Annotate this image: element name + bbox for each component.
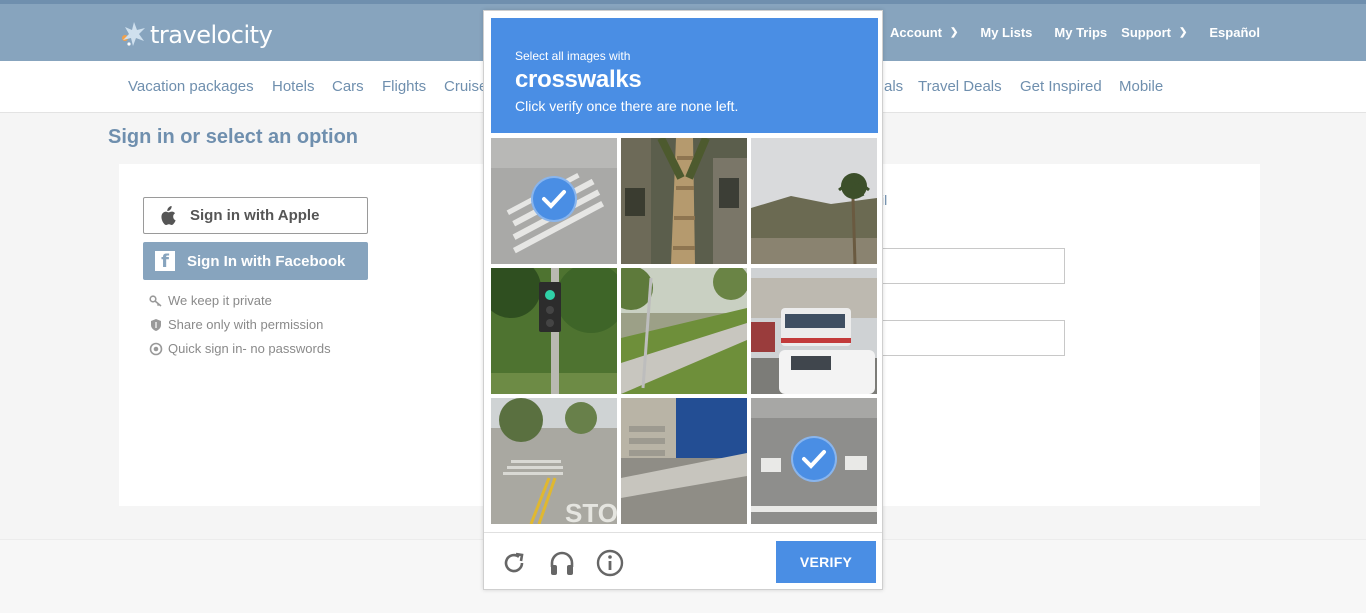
captcha-tile-4[interactable] (491, 268, 617, 394)
key-icon (149, 294, 162, 307)
captcha-tile-9[interactable] (751, 398, 877, 524)
perk-permission: Share only with permission (149, 317, 323, 332)
nav-get-inspired[interactable]: Get Inspired (1020, 78, 1102, 95)
captcha-instruction: Select all images with (515, 49, 631, 63)
perk-label: Quick sign in- no passwords (168, 341, 331, 356)
top-nav: Account ❯ My Lists My Trips Support ❯ Espa… (890, 25, 1282, 40)
captcha-tile-2[interactable] (621, 138, 747, 264)
facebook-button-label: Sign In with Facebook (187, 252, 346, 270)
perk-private: We keep it private (149, 293, 272, 308)
chevron-down-icon: ❯ (950, 27, 959, 38)
my-lists-link[interactable]: My Lists (980, 25, 1032, 40)
captcha-header: Select all images with crosswalks Click … (491, 18, 878, 133)
nav-deals[interactable]: als (884, 78, 903, 95)
apple-button-label: Sign in with Apple (190, 207, 320, 224)
account-menu[interactable]: Account ❯ (890, 25, 958, 40)
facebook-icon: f (155, 251, 175, 272)
selected-check-icon (791, 436, 837, 482)
perk-label: We keep it private (168, 293, 272, 308)
verify-button[interactable]: VERIFY (776, 541, 876, 583)
sign-in-facebook-button[interactable]: f Sign In with Facebook (143, 242, 368, 280)
reload-icon[interactable] (500, 549, 528, 577)
captcha-target: crosswalks (515, 66, 642, 93)
perk-label: Share only with permission (168, 317, 324, 332)
language-link[interactable]: Español (1209, 25, 1260, 40)
travelocity-logo[interactable]: travelocity (118, 20, 273, 50)
captcha-tile-8[interactable] (621, 398, 747, 524)
brand-name: travelocity (150, 21, 273, 49)
captcha-dialog: Select all images with crosswalks Click … (483, 10, 883, 590)
shield-icon (151, 318, 161, 331)
nav-cars[interactable]: Cars (332, 78, 364, 95)
email-field[interactable] (881, 248, 1065, 284)
nav-vacation-packages[interactable]: Vacation packages (128, 78, 254, 95)
info-icon[interactable] (596, 549, 624, 577)
nav-cruises[interactable]: Cruise (444, 78, 487, 95)
captcha-tile-5[interactable] (621, 268, 747, 394)
nav-flights[interactable]: Flights (382, 78, 426, 95)
logo-star-icon (118, 20, 148, 50)
apple-icon (158, 205, 176, 226)
password-field[interactable] (881, 320, 1065, 356)
support-menu[interactable]: Support ❯ (1121, 25, 1187, 40)
nav-hotels[interactable]: Hotels (272, 78, 315, 95)
chevron-down-icon: ❯ (1178, 27, 1188, 38)
my-trips-link[interactable]: My Trips (1054, 25, 1107, 40)
captcha-tile-7[interactable]: STO (491, 398, 617, 524)
captcha-divider (484, 532, 882, 533)
svg-text:STO: STO (565, 498, 617, 524)
account-label: Account (890, 25, 942, 40)
nav-mobile[interactable]: Mobile (1119, 78, 1163, 95)
sign-in-apple-button[interactable]: Sign in with Apple (143, 197, 368, 234)
headphones-icon[interactable] (548, 549, 576, 577)
support-label: Support (1121, 25, 1171, 40)
nav-travel-deals[interactable]: Travel Deals (918, 78, 1002, 95)
perk-quick-sign-in: Quick sign in- no passwords (149, 341, 331, 356)
captcha-subtext: Click verify once there are none left. (515, 98, 739, 114)
target-icon (149, 342, 163, 355)
selected-check-icon (531, 176, 577, 222)
captcha-tile-1[interactable] (491, 138, 617, 264)
captcha-tile-3[interactable] (751, 138, 877, 264)
page-title: Sign in or select an option (108, 126, 359, 148)
captcha-tile-6[interactable] (751, 268, 877, 394)
